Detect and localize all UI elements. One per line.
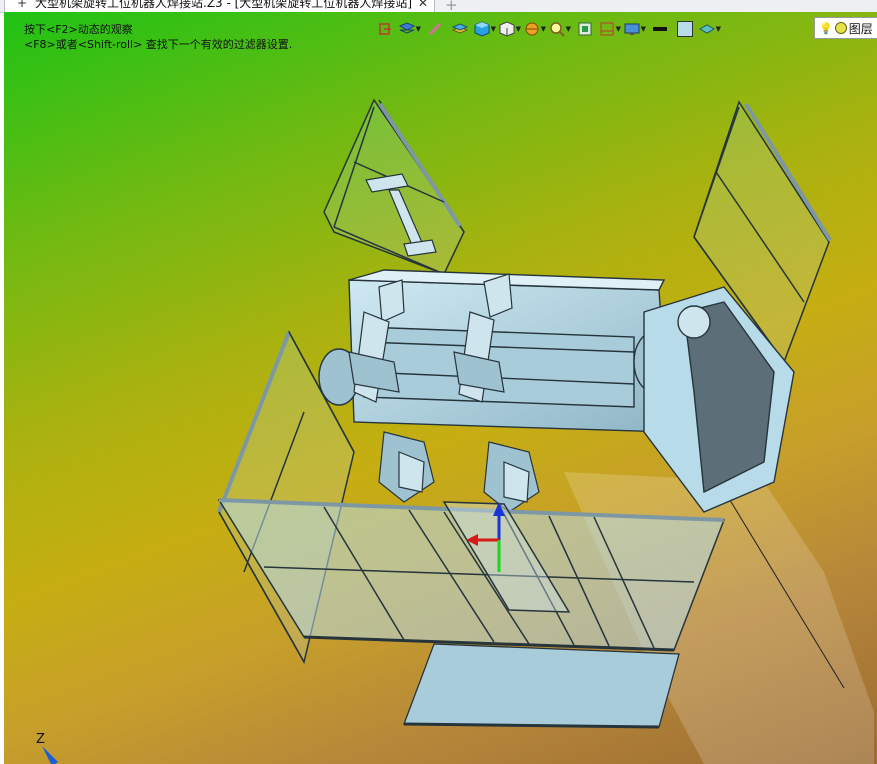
close-icon[interactable]: ✕ [418,0,428,10]
view-toolbar: ▼ ▼ ▼ ▼ ▼ ▼ ▼ ▼ [374,18,721,40]
pin-plus-icon[interactable]: + [17,0,27,10]
model-render [217,98,874,764]
layer-selector[interactable]: 💡 图层 [814,17,877,39]
cube-wire-icon[interactable]: ▼ [499,19,521,39]
render-icon[interactable]: ▼ [524,19,546,39]
cube-shaded-icon[interactable]: ▼ [474,19,496,39]
lightbulb-icon: 💡 [819,21,833,35]
layer-label: 图层 [848,21,873,36]
view-icon[interactable] [574,19,596,39]
display-icon[interactable]: ▼ [624,19,646,39]
section-icon[interactable]: ▼ [599,19,621,39]
pencil-icon[interactable] [424,19,446,39]
fill-color-icon[interactable] [674,19,696,39]
line-color-icon[interactable] [649,19,671,39]
zoom-icon[interactable]: ▼ [549,19,571,39]
layers-icon[interactable] [449,19,471,39]
hint-dynamic-view: 按下<F2>动态的观察 [24,23,133,36]
document-tab-title: 大型机架旋转工位机器人焊接站.Z3 - [大型机架旋转工位机器人焊接站] [35,0,412,10]
eye-icon[interactable]: ▼ [699,19,721,39]
floor-plate [403,643,680,729]
filter-icon[interactable]: ▼ [399,19,421,39]
exit-icon[interactable] [374,19,396,39]
3d-viewport[interactable]: 按下<F2>动态的观察 <F8>或者<Shift-roll> 查找下一个有效的过… [4,12,877,764]
layer-dot-icon [834,22,847,34]
hint-filter: <F8>或者<Shift-roll> 查找下一个有效的过滤器设置. [24,38,293,51]
